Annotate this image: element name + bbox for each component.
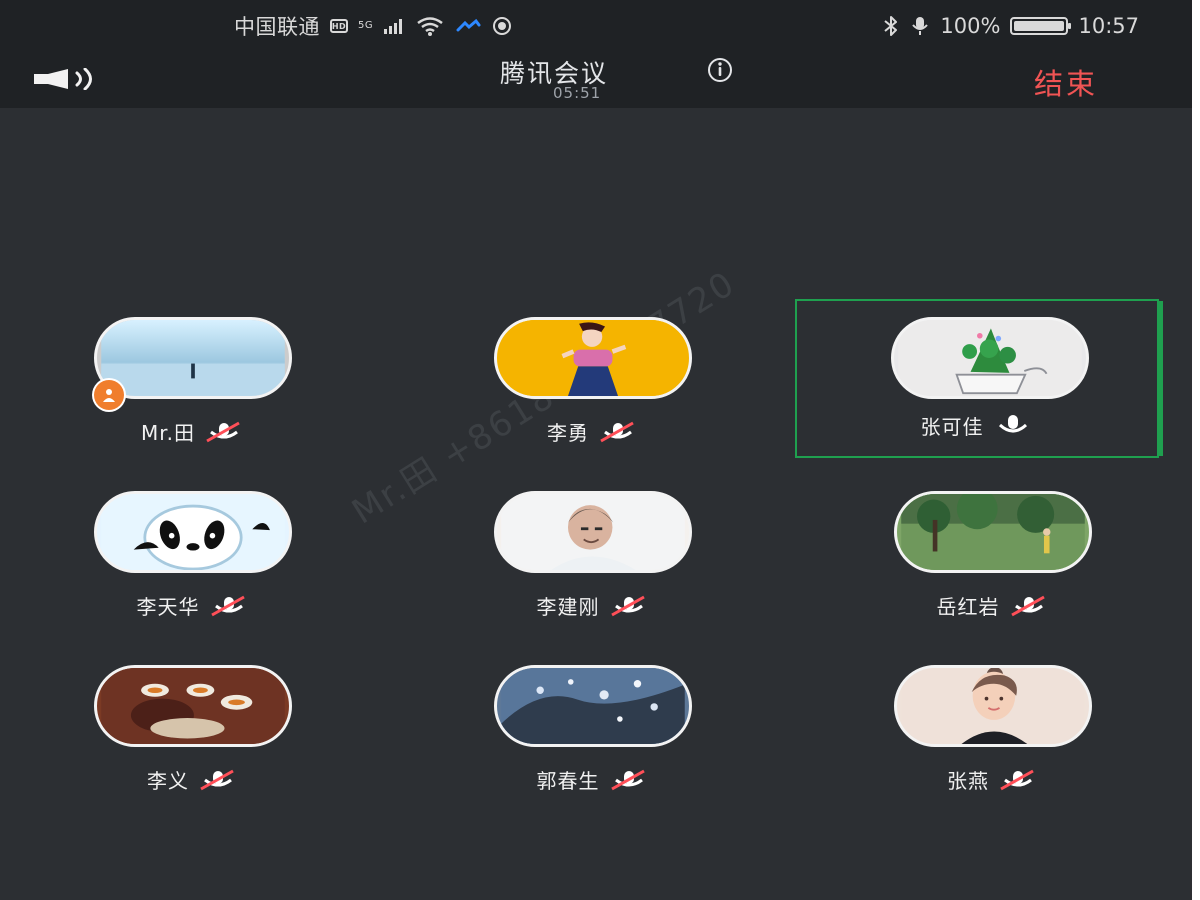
host-badge bbox=[94, 380, 124, 410]
participant-name: 岳红岩 bbox=[936, 595, 1000, 619]
blossom-avatar-image bbox=[501, 668, 685, 744]
plant-avatar-image bbox=[898, 320, 1082, 396]
status-bar: 中国联通 HD 5G 100% 10:57 bbox=[0, 0, 1192, 52]
status-time: 10:57 bbox=[1078, 14, 1139, 38]
network-type: 5G bbox=[358, 20, 374, 31]
participant-name-row: 李建刚 bbox=[413, 591, 773, 620]
speaker-button[interactable] bbox=[34, 67, 104, 91]
participant-name: Mr.田 bbox=[141, 421, 195, 445]
child-avatar-image bbox=[501, 320, 685, 396]
wifi-icon bbox=[415, 15, 445, 37]
tea-avatar-image bbox=[101, 668, 285, 744]
participant-tile[interactable]: 张燕 bbox=[813, 659, 1173, 814]
avatar[interactable] bbox=[94, 317, 292, 399]
meeting-title-area: 腾讯会议 05:51 bbox=[500, 54, 750, 102]
meeting-screen: 中国联通 HD 5G 100% 10:57 腾讯会议 05:51 结束 Mr.田… bbox=[0, 0, 1192, 900]
park-avatar-image bbox=[901, 494, 1085, 570]
muted-mic-icon bbox=[200, 769, 234, 790]
participant-name-row: 李天华 bbox=[13, 591, 373, 620]
participant-name: 李建刚 bbox=[536, 595, 600, 619]
muted-mic-icon bbox=[210, 595, 245, 616]
participant-tile[interactable]: 李建刚 bbox=[413, 485, 773, 640]
avatar[interactable] bbox=[494, 317, 692, 399]
avatar[interactable] bbox=[894, 665, 1092, 747]
participant-name: 郭春生 bbox=[536, 769, 600, 793]
participant-name: 李天华 bbox=[136, 595, 200, 619]
participant-name-row: 张可佳 bbox=[797, 411, 1157, 440]
woman-avatar-image bbox=[901, 668, 1085, 744]
lake-avatar-image bbox=[101, 320, 285, 396]
image-right-edge bbox=[1192, 0, 1200, 900]
info-icon[interactable] bbox=[706, 56, 734, 84]
participant-tile[interactable]: 李勇 bbox=[413, 311, 773, 466]
muted-mic-icon bbox=[600, 421, 634, 442]
carrier-text: 中国联通 bbox=[234, 15, 320, 39]
participant-tile[interactable]: 岳红岩 bbox=[813, 485, 1173, 640]
participant-name-row: Mr.田 bbox=[13, 417, 373, 446]
mic-status-icon bbox=[910, 15, 930, 37]
avatar[interactable] bbox=[94, 665, 292, 747]
end-meeting-button[interactable]: 结束 bbox=[1034, 61, 1098, 103]
bluetooth-icon bbox=[882, 15, 900, 37]
battery-fill bbox=[1014, 21, 1065, 31]
muted-mic-icon bbox=[610, 769, 645, 790]
participant-tile[interactable]: 郭春生 bbox=[413, 659, 773, 814]
participant-tile[interactable]: 李义 bbox=[13, 659, 373, 814]
participant-name-row: 李义 bbox=[13, 765, 373, 794]
participant-name-row: 张燕 bbox=[813, 765, 1173, 794]
participant-name-row: 郭春生 bbox=[413, 765, 773, 794]
meeting-timer: 05:51 bbox=[553, 84, 602, 102]
battery-icon bbox=[1010, 17, 1072, 35]
participant-tile[interactable]: 李天华 bbox=[13, 485, 373, 640]
record-icon bbox=[491, 15, 513, 37]
man-avatar-image bbox=[501, 494, 685, 570]
avatar[interactable] bbox=[894, 491, 1092, 573]
active-mic-icon bbox=[998, 414, 1027, 432]
panda-avatar-image bbox=[101, 494, 285, 570]
avatar[interactable] bbox=[494, 665, 692, 747]
avatar[interactable] bbox=[891, 317, 1089, 399]
avatar[interactable] bbox=[94, 491, 292, 573]
battery-percent: 100% bbox=[940, 14, 1001, 38]
participant-name: 张燕 bbox=[947, 769, 989, 793]
host-icon bbox=[103, 389, 115, 402]
meeting-app-icon bbox=[455, 17, 481, 35]
muted-mic-icon bbox=[1010, 595, 1045, 616]
carrier-badge: HD bbox=[330, 19, 348, 33]
muted-mic-icon bbox=[206, 421, 240, 442]
participant-name-row: 李勇 bbox=[413, 417, 773, 446]
participant-name-row: 岳红岩 bbox=[813, 591, 1173, 620]
avatar[interactable] bbox=[494, 491, 692, 573]
muted-mic-icon bbox=[610, 595, 645, 616]
muted-mic-icon bbox=[1000, 769, 1034, 790]
signal-icon bbox=[383, 17, 405, 35]
participant-name: 李义 bbox=[147, 769, 189, 793]
status-left: 中国联通 HD 5G bbox=[234, 12, 513, 40]
participant-tile-active[interactable]: 张可佳 bbox=[795, 299, 1163, 458]
participant-name: 李勇 bbox=[547, 421, 589, 445]
participant-name: 张可佳 bbox=[920, 415, 984, 439]
participant-tile[interactable]: Mr.田 bbox=[13, 311, 373, 466]
status-right: 100% 10:57 bbox=[882, 12, 1139, 40]
